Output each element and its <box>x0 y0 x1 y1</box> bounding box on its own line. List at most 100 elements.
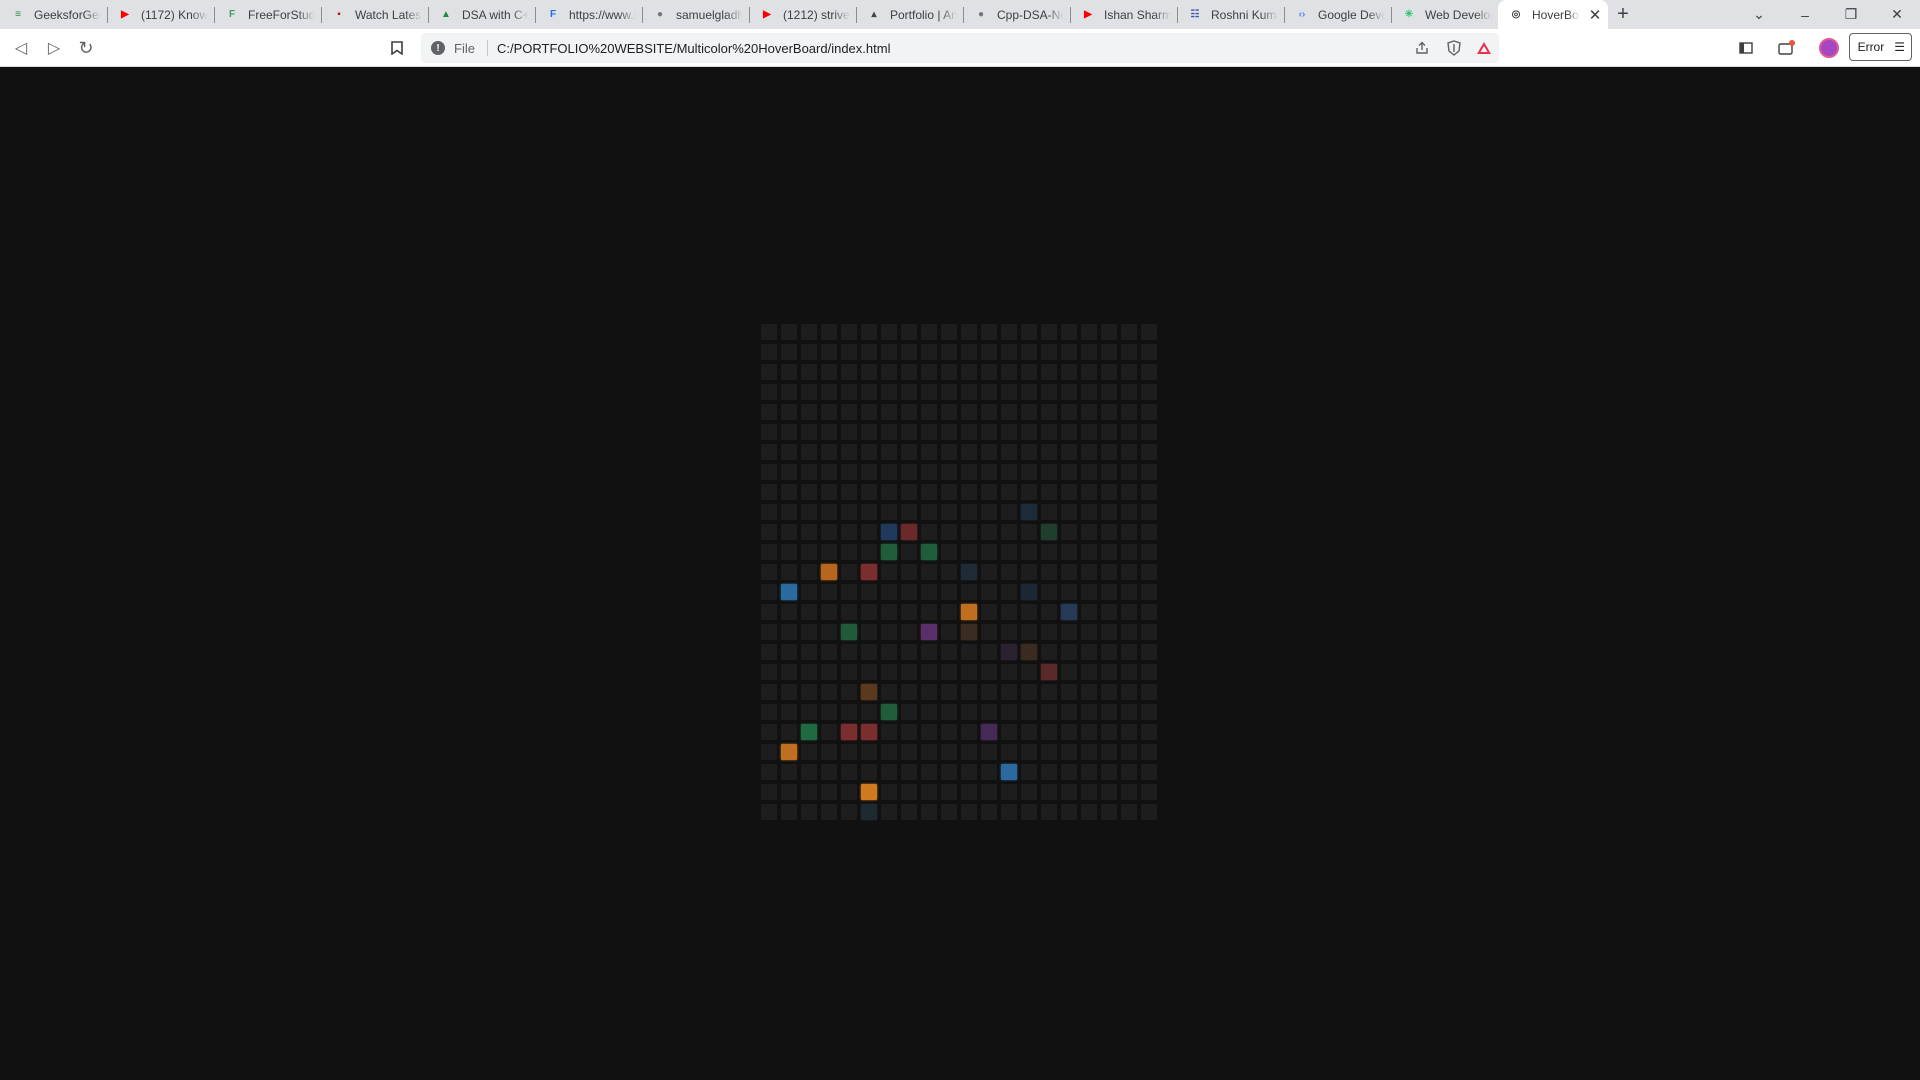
board-square[interactable] <box>1001 564 1017 580</box>
board-square[interactable] <box>841 444 857 460</box>
menu-icon[interactable]: ☰ <box>1894 40 1905 54</box>
board-square[interactable] <box>941 564 957 580</box>
board-square[interactable] <box>941 724 957 740</box>
board-square[interactable] <box>821 364 837 380</box>
board-square[interactable] <box>841 524 857 540</box>
back-button[interactable]: ◁ <box>10 37 32 59</box>
board-square[interactable] <box>941 364 957 380</box>
board-square[interactable] <box>801 544 817 560</box>
board-square[interactable] <box>881 464 897 480</box>
board-square[interactable] <box>1121 624 1137 640</box>
board-square[interactable] <box>1001 804 1017 820</box>
board-square[interactable] <box>841 684 857 700</box>
board-square[interactable] <box>1101 544 1117 560</box>
board-square[interactable] <box>881 524 897 540</box>
board-square[interactable] <box>801 384 817 400</box>
board-square[interactable] <box>961 664 977 680</box>
board-square[interactable] <box>981 344 997 360</box>
tab-active[interactable]: ◎ HoverBoard ✕ <box>1498 0 1608 29</box>
board-square[interactable] <box>1041 484 1057 500</box>
board-square[interactable] <box>981 624 997 640</box>
board-square[interactable] <box>881 504 897 520</box>
board-square[interactable] <box>1021 704 1037 720</box>
board-square[interactable] <box>781 684 797 700</box>
board-square[interactable] <box>981 604 997 620</box>
board-square[interactable] <box>1101 684 1117 700</box>
board-square[interactable] <box>1061 744 1077 760</box>
site-info-icon[interactable]: ! <box>431 41 445 55</box>
board-square[interactable] <box>1001 584 1017 600</box>
board-square[interactable] <box>781 484 797 500</box>
board-square[interactable] <box>1001 484 1017 500</box>
board-square[interactable] <box>781 744 797 760</box>
board-square[interactable] <box>1101 404 1117 420</box>
board-square[interactable] <box>1101 424 1117 440</box>
board-square[interactable] <box>761 524 777 540</box>
board-square[interactable] <box>1041 764 1057 780</box>
board-square[interactable] <box>901 484 917 500</box>
board-square[interactable] <box>821 684 837 700</box>
board-square[interactable] <box>821 384 837 400</box>
board-square[interactable] <box>801 504 817 520</box>
board-square[interactable] <box>1001 504 1017 520</box>
board-square[interactable] <box>1101 764 1117 780</box>
board-square[interactable] <box>901 664 917 680</box>
board-square[interactable] <box>1101 564 1117 580</box>
board-square[interactable] <box>821 624 837 640</box>
board-square[interactable] <box>761 484 777 500</box>
board-square[interactable] <box>801 364 817 380</box>
board-square[interactable] <box>1141 404 1157 420</box>
board-square[interactable] <box>1141 524 1157 540</box>
board-square[interactable] <box>1141 564 1157 580</box>
board-square[interactable] <box>861 684 877 700</box>
board-square[interactable] <box>801 784 817 800</box>
board-square[interactable] <box>821 424 837 440</box>
board-square[interactable] <box>1021 444 1037 460</box>
board-square[interactable] <box>1001 624 1017 640</box>
board-square[interactable] <box>781 604 797 620</box>
board-square[interactable] <box>901 324 917 340</box>
board-square[interactable] <box>1001 644 1017 660</box>
board-square[interactable] <box>861 404 877 420</box>
board-square[interactable] <box>1101 444 1117 460</box>
board-square[interactable] <box>1021 644 1037 660</box>
board-square[interactable] <box>981 744 997 760</box>
board-square[interactable] <box>861 624 877 640</box>
board-square[interactable] <box>1001 704 1017 720</box>
board-square[interactable] <box>941 644 957 660</box>
board-square[interactable] <box>841 764 857 780</box>
board-square[interactable] <box>1041 724 1057 740</box>
board-square[interactable] <box>761 384 777 400</box>
board-square[interactable] <box>961 644 977 660</box>
board-square[interactable] <box>1041 744 1057 760</box>
board-square[interactable] <box>1101 624 1117 640</box>
board-square[interactable] <box>861 804 877 820</box>
board-square[interactable] <box>761 664 777 680</box>
board-square[interactable] <box>981 764 997 780</box>
board-square[interactable] <box>1001 324 1017 340</box>
board-square[interactable] <box>1081 644 1097 660</box>
board-square[interactable] <box>1061 564 1077 580</box>
board-square[interactable] <box>841 644 857 660</box>
board-square[interactable] <box>1001 464 1017 480</box>
minimize-button[interactable]: – <box>1782 0 1828 29</box>
board-square[interactable] <box>1141 604 1157 620</box>
board-square[interactable] <box>861 784 877 800</box>
board-square[interactable] <box>1141 804 1157 820</box>
board-square[interactable] <box>941 384 957 400</box>
board-square[interactable] <box>921 324 937 340</box>
board-square[interactable] <box>761 724 777 740</box>
board-square[interactable] <box>901 784 917 800</box>
board-square[interactable] <box>981 584 997 600</box>
board-square[interactable] <box>921 784 937 800</box>
board-square[interactable] <box>1061 724 1077 740</box>
board-square[interactable] <box>1001 424 1017 440</box>
board-square[interactable] <box>801 324 817 340</box>
board-square[interactable] <box>1001 604 1017 620</box>
board-square[interactable] <box>961 364 977 380</box>
board-square[interactable] <box>981 524 997 540</box>
profile-error-button[interactable]: Error ☰ <box>1848 33 1912 61</box>
board-square[interactable] <box>1081 684 1097 700</box>
board-square[interactable] <box>861 524 877 540</box>
board-square[interactable] <box>1021 324 1037 340</box>
